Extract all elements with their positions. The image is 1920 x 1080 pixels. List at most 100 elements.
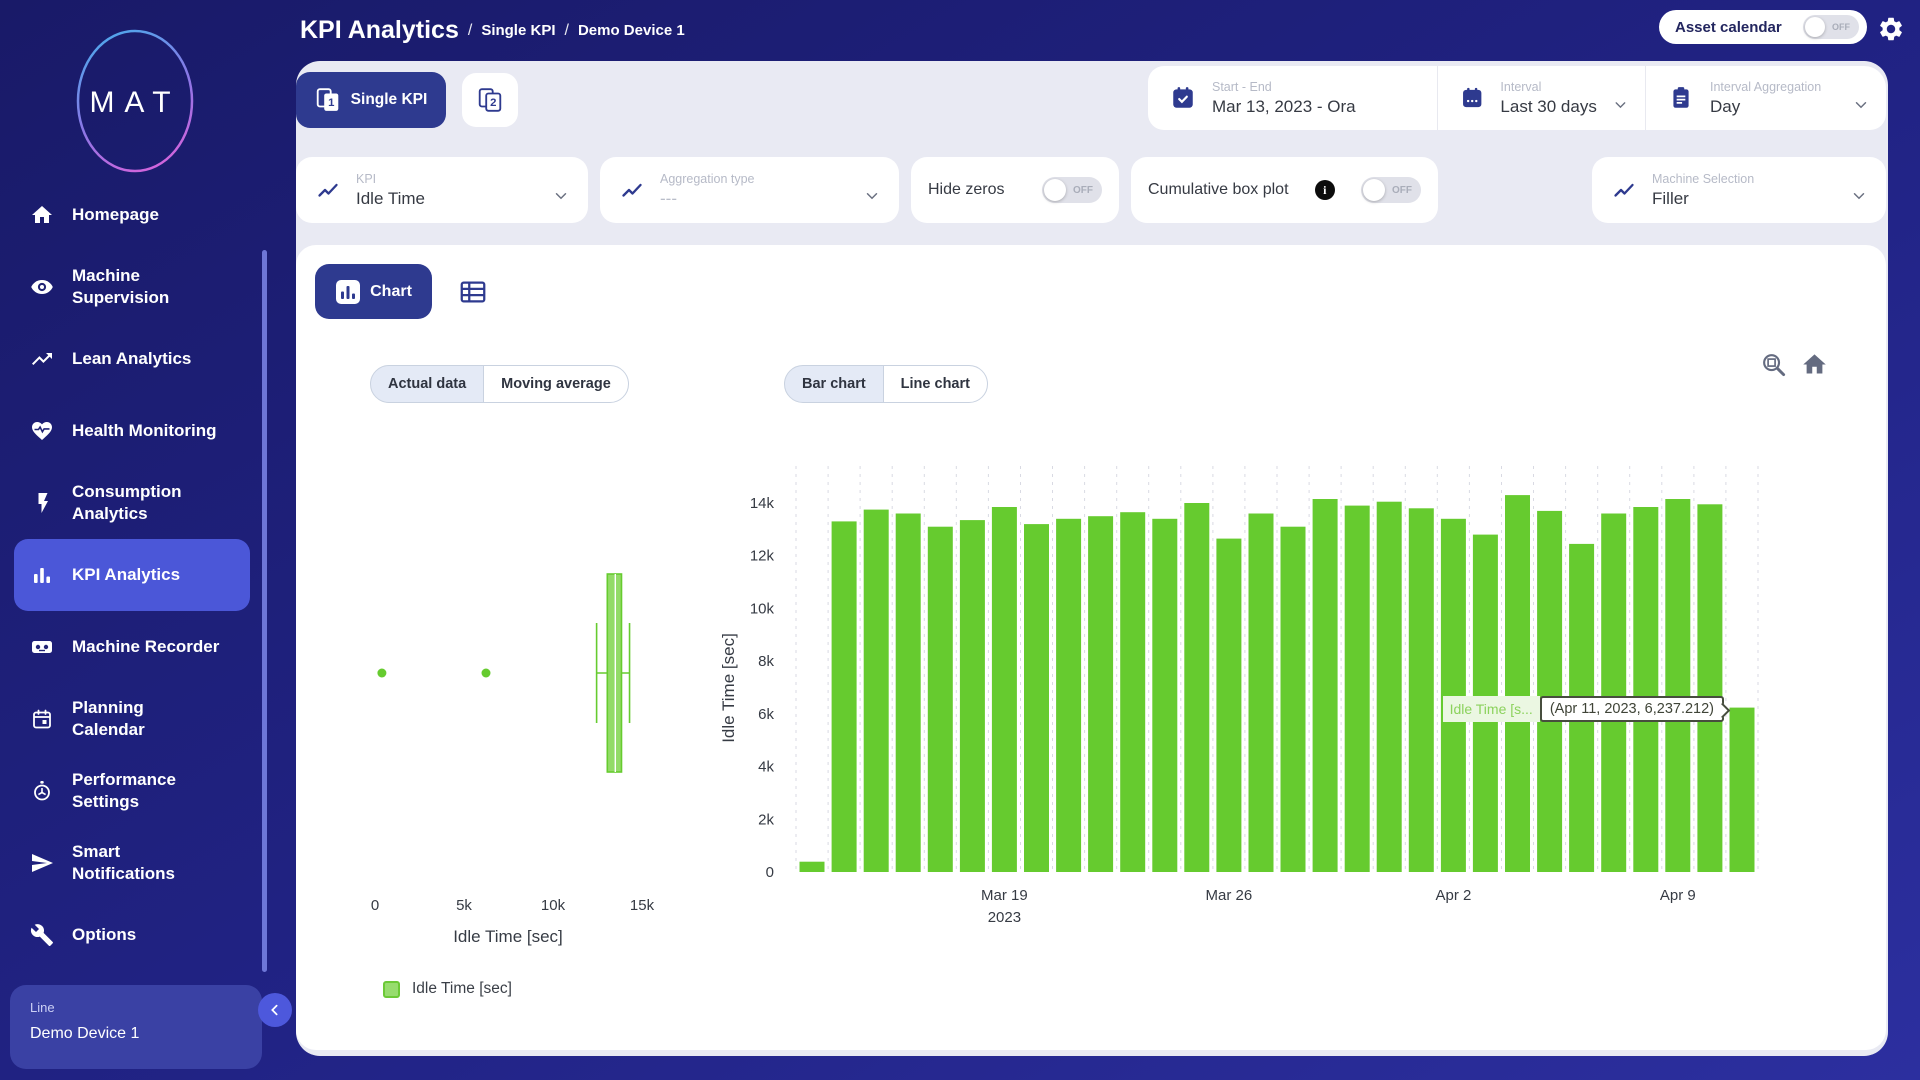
device-name: Demo Device 1 <box>30 1025 242 1043</box>
sidebar-item-consumption-analytics[interactable]: Consumption Analytics <box>14 467 250 539</box>
logo-text: MAT <box>89 86 180 119</box>
line-chart-button[interactable]: Line chart <box>883 365 988 403</box>
calendar-icon <box>30 707 54 731</box>
sidebar-item-label: Lean Analytics <box>72 348 240 370</box>
hide-zeros-label: Hide zeros <box>928 181 1004 199</box>
tooltip-value: (Apr 11, 2023, 6,237.212) <box>1540 696 1724 722</box>
toggle-knob <box>1805 17 1825 37</box>
sidebar-item-health-monitoring[interactable]: Health Monitoring <box>14 395 250 467</box>
data-mode-segmented: Actual data Moving average <box>370 365 629 403</box>
asset-calendar-switch[interactable]: OFF <box>1803 15 1859 39</box>
chevron-down-icon[interactable] <box>1612 96 1629 114</box>
sidebar-item-label: Options <box>72 924 240 946</box>
breadcrumb: KPI Analytics / Single KPI / Demo Device… <box>300 0 685 61</box>
tab-multi-kpi[interactable]: 2 <box>462 73 518 127</box>
info-icon[interactable]: i <box>1315 180 1335 200</box>
reset-home-icon[interactable] <box>1801 351 1828 378</box>
boxplot-chart: 05k10k15kIdle Time [sec] <box>340 460 700 960</box>
breadcrumb-section: Single KPI <box>481 22 555 39</box>
sidebar-scrollbar[interactable] <box>262 250 267 972</box>
sidebar-item-options[interactable]: Options <box>14 899 250 971</box>
sidebar-item-smart-notifications[interactable]: Smart Notifications <box>14 827 250 899</box>
send-icon <box>30 851 54 875</box>
sidebar: MAT Homepage Machine Supervision Lean An… <box>0 0 270 1080</box>
single-kpi-icon: 1 <box>315 87 341 113</box>
cumulative-box-plot-label: Cumulative box plot <box>1148 181 1289 199</box>
svg-text:0: 0 <box>371 897 379 914</box>
breadcrumb-device: Demo Device 1 <box>578 22 685 39</box>
home-icon <box>30 203 54 227</box>
svg-text:Apr 2: Apr 2 <box>1435 887 1471 904</box>
sidebar-item-label: Smart Notifications <box>72 841 240 885</box>
svg-text:Apr 9: Apr 9 <box>1660 887 1696 904</box>
sidebar-item-machine-recorder[interactable]: Machine Recorder <box>14 611 250 683</box>
chevron-down-icon[interactable] <box>552 187 570 205</box>
view-table-button[interactable] <box>458 277 488 307</box>
cumulative-box-plot-control: Cumulative box plot i OFF <box>1131 157 1438 223</box>
sidebar-item-label: Consumption Analytics <box>72 481 240 525</box>
zoom-select-icon[interactable] <box>1760 351 1787 378</box>
machine-selection-value: Filler <box>1652 189 1754 209</box>
sidebar-item-planning-calendar[interactable]: Planning Calendar <box>14 683 250 755</box>
sidebar-item-label: Machine Supervision <box>72 265 240 309</box>
chevron-left-icon <box>267 1002 283 1018</box>
eye-icon <box>30 275 54 299</box>
chevron-down-icon[interactable] <box>1850 187 1868 205</box>
sidebar-item-lean-analytics[interactable]: Lean Analytics <box>14 323 250 395</box>
sparkline-icon <box>1612 178 1636 202</box>
legend-item[interactable]: Idle Time [sec] <box>383 980 512 998</box>
chart-view-icon <box>335 279 361 305</box>
sidebar-item-label: Performance Settings <box>72 769 240 813</box>
interval-value: Last 30 days <box>1500 97 1598 117</box>
sidebar-collapse-button[interactable] <box>258 993 292 1027</box>
aggregation-type-label: Aggregation type <box>660 172 755 186</box>
interval-picker[interactable]: Interval Last 30 days <box>1437 66 1645 130</box>
page-title: KPI Analytics <box>300 16 459 45</box>
svg-text:2023: 2023 <box>988 909 1021 926</box>
interval-aggregation-picker[interactable]: Interval Aggregation Day <box>1645 66 1886 130</box>
date-range-value: Mar 13, 2023 - Ora <box>1212 97 1356 117</box>
kpi-select[interactable]: KPI Idle Time <box>296 157 588 223</box>
sidebar-item-kpi-analytics[interactable]: KPI Analytics <box>14 539 250 611</box>
toggle-state: OFF <box>1832 22 1850 32</box>
chevron-down-icon[interactable] <box>863 187 881 205</box>
sidebar-item-performance-settings[interactable]: Performance Settings <box>14 755 250 827</box>
single-kpi-label: Single KPI <box>351 91 428 109</box>
settings-gear-icon[interactable] <box>1877 15 1905 43</box>
sidebar-nav: Homepage Machine Supervision Lean Analyt… <box>0 179 270 971</box>
chevron-down-icon[interactable] <box>1852 96 1870 114</box>
aggregation-type-select[interactable]: Aggregation type --- <box>600 157 899 223</box>
actual-data-button[interactable]: Actual data <box>370 365 484 403</box>
machine-selection-select[interactable]: Machine Selection Filler <box>1592 157 1886 223</box>
sidebar-item-machine-supervision[interactable]: Machine Supervision <box>14 251 250 323</box>
bolt-icon <box>30 491 54 515</box>
svg-text:4k: 4k <box>758 759 774 776</box>
svg-text:10k: 10k <box>750 600 775 617</box>
device-card[interactable]: Line Demo Device 1 <box>10 985 262 1069</box>
date-controls-card: Start - End Mar 13, 2023 - Ora Interval … <box>1148 66 1886 130</box>
svg-text:2k: 2k <box>758 811 774 828</box>
interval-aggregation-value: Day <box>1710 97 1838 117</box>
wrench-icon <box>30 923 54 947</box>
svg-text:Mar 26: Mar 26 <box>1206 887 1253 904</box>
toggle-state: OFF <box>1392 185 1412 196</box>
interval-aggregation-label: Interval Aggregation <box>1710 80 1838 94</box>
view-chart-button[interactable]: Chart <box>315 264 432 319</box>
cumulative-box-plot-switch[interactable]: OFF <box>1361 177 1421 203</box>
asset-calendar-toggle[interactable]: Asset calendar OFF <box>1659 10 1867 44</box>
sparkline-icon <box>316 178 340 202</box>
sidebar-item-homepage[interactable]: Homepage <box>14 179 250 251</box>
calendar-icon <box>1460 85 1484 111</box>
date-range-picker[interactable]: Start - End Mar 13, 2023 - Ora <box>1148 66 1437 130</box>
svg-text:5k: 5k <box>456 897 472 914</box>
toggle-knob <box>1363 179 1385 201</box>
sidebar-item-label: Homepage <box>72 204 240 226</box>
toggle-knob <box>1044 179 1066 201</box>
bar-chart-button[interactable]: Bar chart <box>784 365 884 403</box>
svg-text:12k: 12k <box>750 548 775 565</box>
hide-zeros-switch[interactable]: OFF <box>1042 177 1102 203</box>
svg-text:Idle Time [sec]: Idle Time [sec] <box>719 633 738 743</box>
asset-calendar-label: Asset calendar <box>1675 19 1782 36</box>
moving-average-button[interactable]: Moving average <box>483 365 629 403</box>
tab-single-kpi[interactable]: 1 Single KPI <box>296 72 446 128</box>
